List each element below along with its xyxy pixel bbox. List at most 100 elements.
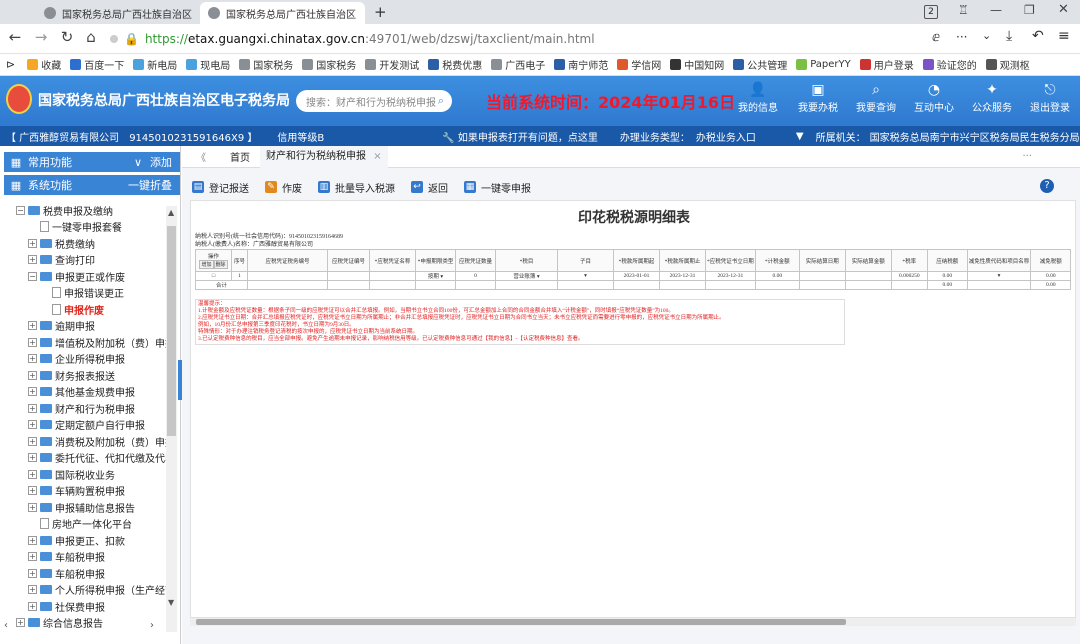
tax-code-cell[interactable]: [247, 271, 328, 281]
expand-icon[interactable]: +: [28, 436, 37, 446]
bookmark-item[interactable]: 税费优惠: [428, 57, 482, 72]
batch-import-button[interactable]: ▥ 批量导入税源: [318, 180, 395, 195]
maximize-icon[interactable]: ❐: [1024, 3, 1035, 17]
more-tabs-icon[interactable]: ···: [1022, 151, 1032, 162]
chevron-down-icon[interactable]: ∨: [134, 156, 142, 169]
bookmark-item[interactable]: 中国知网: [670, 57, 724, 72]
bookmark-item[interactable]: 用户登录: [859, 57, 914, 72]
bookmark-item[interactable]: 新电局: [133, 57, 177, 72]
tree-item[interactable]: + 财务报表报送: [28, 367, 115, 383]
expand-icon[interactable]: +: [28, 387, 37, 396]
tab-count-icon[interactable]: 2: [924, 5, 938, 19]
business-type-select[interactable]: 办税业务入口: [696, 129, 756, 144]
menu-dots[interactable]: ···: [956, 30, 967, 44]
tree-item[interactable]: + 车船税申报: [28, 549, 105, 565]
sidebar-scroll-thumb[interactable]: [167, 226, 176, 436]
period-type-select[interactable]: 按期 ▾: [415, 271, 456, 281]
expand-icon[interactable]: +: [28, 238, 37, 248]
voucher-no-cell[interactable]: [327, 271, 370, 281]
nav-public-service[interactable]: ✦ 公众服务: [964, 82, 1020, 114]
sub-item-select[interactable]: ▾: [557, 271, 614, 281]
collapse-icon[interactable]: −: [16, 205, 25, 215]
tree-item[interactable]: + 税费缴纳: [28, 235, 95, 251]
collapse-icon[interactable]: −: [28, 271, 37, 281]
expand-icon[interactable]: +: [28, 601, 37, 611]
nav-tax-handling[interactable]: ▣ 我要办税: [790, 82, 846, 114]
expand-icon[interactable]: +: [28, 585, 37, 594]
sidebar-toggle-icon[interactable]: ⊳: [6, 58, 15, 71]
close-tab-icon[interactable]: ×: [192, 8, 196, 19]
expand-icon[interactable]: +: [28, 354, 37, 363]
expand-icon[interactable]: +: [28, 321, 37, 330]
tree-item[interactable]: + 申报更正、扣款: [28, 532, 125, 548]
tree-item[interactable]: − 申报更正或作废: [28, 268, 125, 284]
period-start-cell[interactable]: 2023-01-01: [613, 271, 660, 281]
tree-item[interactable]: − 税费申报及缴纳: [16, 202, 113, 218]
tree-item[interactable]: + 其他基金规费申报: [28, 384, 135, 400]
help-icon[interactable]: ?: [1040, 179, 1054, 193]
add-common-button[interactable]: 添加: [150, 154, 172, 170]
chevron-down-icon[interactable]: ⌄: [982, 29, 991, 42]
nav-logout[interactable]: ⎋ 退出登录: [1022, 82, 1078, 114]
tree-item[interactable]: + 消费税及附加税（费）申报: [28, 433, 166, 449]
tree-item[interactable]: + 综合信息报告: [16, 615, 103, 631]
scroll-up-icon[interactable]: ▲: [168, 208, 174, 217]
home-icon[interactable]: ⌂: [80, 28, 102, 46]
close-tab-icon[interactable]: ×: [356, 8, 365, 19]
browser-tab-1[interactable]: 国家税务总局广西壮族自治区 ×: [36, 2, 196, 24]
bookmark-item[interactable]: 学信网: [617, 57, 661, 72]
bookmark-item[interactable]: 公共管理: [733, 57, 787, 72]
tree-item[interactable]: + 委托代征、代扣代缴及代收: [28, 450, 166, 466]
row-select-checkbox[interactable]: □: [195, 271, 232, 281]
system-functions-header[interactable]: ▦ 系统功能 一键折叠: [4, 175, 180, 195]
collapse-all-button[interactable]: 一键折叠: [128, 177, 172, 193]
bookmark-item[interactable]: 验证您的: [922, 57, 977, 72]
bookmark-item[interactable]: 国家税务: [239, 57, 293, 72]
bookmark-item[interactable]: 开发测试: [365, 57, 419, 72]
relief-amount-cell[interactable]: 0.00: [1030, 271, 1072, 281]
tree-item[interactable]: + 国际税收业务: [28, 466, 115, 482]
void-button[interactable]: ✎ 作废: [265, 180, 302, 195]
tree-item[interactable]: + 逾期申报: [28, 318, 95, 334]
app-menu-icon[interactable]: ≡: [1058, 28, 1070, 44]
delete-row-button[interactable]: 删除: [213, 260, 228, 269]
voucher-name-cell[interactable]: [369, 271, 416, 281]
reload-icon[interactable]: ↻: [56, 28, 78, 46]
bookmark-item[interactable]: 百度一下: [70, 57, 124, 72]
expand-icon[interactable]: +: [28, 502, 37, 512]
expand-icon[interactable]: +: [28, 568, 37, 578]
tree-item[interactable]: + 定期定额户自行申报: [28, 417, 145, 433]
search-icon[interactable]: ⌕: [438, 94, 444, 108]
ie-mode-icon[interactable]: ⅇ: [932, 30, 940, 45]
tree-item[interactable]: + 财产和行为税申报: [28, 400, 135, 416]
bookmark-item[interactable]: 现电局: [186, 57, 230, 72]
issue-date-cell[interactable]: 2023-12-31: [705, 271, 756, 281]
expand-icon[interactable]: +: [28, 453, 37, 462]
add-row-button[interactable]: 增加: [199, 260, 214, 269]
tab-property-tax[interactable]: 财产和行为税纳税申报 ×: [260, 145, 388, 168]
expand-icon[interactable]: +: [28, 535, 37, 545]
chevron-down-icon[interactable]: ▼: [796, 131, 804, 142]
tree-item[interactable]: + 车辆购置税申报: [28, 483, 125, 499]
nav-interaction[interactable]: ◔ 互动中心: [906, 82, 962, 114]
expand-icon[interactable]: +: [28, 337, 37, 347]
scroll-down-icon[interactable]: ▼: [168, 598, 174, 607]
scroll-left-icon[interactable]: ‹: [4, 620, 8, 631]
expand-icon[interactable]: +: [28, 420, 37, 429]
browser-tab-2[interactable]: 国家税务总局广西壮族自治区 ×: [200, 2, 365, 24]
expand-icon[interactable]: +: [28, 552, 37, 561]
expand-icon[interactable]: +: [28, 255, 37, 264]
tree-item[interactable]: + 增值税及附加税（费）申报: [28, 334, 166, 350]
tree-item[interactable]: 一键零申报套餐: [28, 219, 122, 235]
expand-icon[interactable]: +: [28, 370, 37, 380]
authority-select[interactable]: 国家税务总局南宁市兴宁区税务局民生税务分局（主）: [870, 129, 1080, 144]
tax-item-select[interactable]: 营业账簿 ▾: [495, 271, 558, 281]
tree-item[interactable]: 申报错误更正: [40, 285, 124, 301]
bookmark-item[interactable]: 南宁师范: [554, 57, 608, 72]
close-window-icon[interactable]: ✕: [1058, 2, 1069, 17]
tab-home[interactable]: 首页: [220, 149, 260, 164]
form-hscroll-thumb[interactable]: [196, 619, 846, 625]
scroll-right-icon[interactable]: ›: [150, 620, 154, 631]
url-field[interactable]: 🔒 https://etax.guangxi.chinatax.gov.cn:4…: [110, 28, 910, 50]
bookmark-item[interactable]: 国家税务: [302, 57, 356, 72]
